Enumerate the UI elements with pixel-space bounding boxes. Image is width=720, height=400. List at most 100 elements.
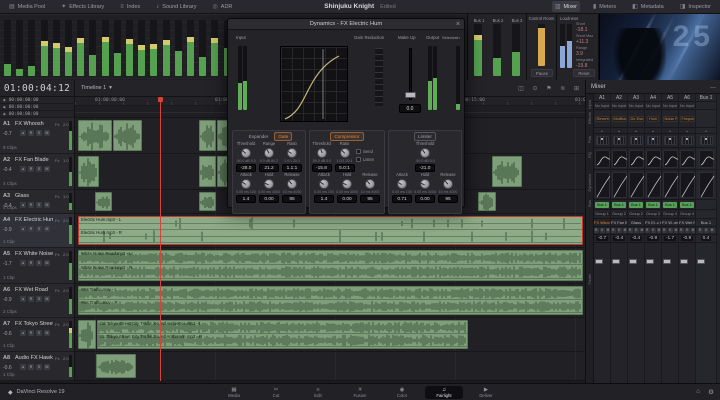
s-button[interactable]: S (703, 228, 709, 233)
fader-handle[interactable] (663, 259, 671, 264)
eq-thumbnail[interactable] (628, 149, 644, 168)
strip-input-row[interactable]: No Input (628, 102, 644, 110)
dynamics-thumbnail[interactable] (679, 171, 695, 198)
m-button[interactable]: M (690, 228, 695, 233)
strip-pan-row[interactable] (594, 134, 610, 148)
solo-button[interactable]: S (36, 296, 42, 302)
dynamics-thumbnail[interactable] (594, 171, 610, 198)
send-checkbox[interactable]: Send (356, 149, 373, 154)
inspector-button[interactable]: ◨ Inspector (677, 1, 714, 12)
track-header-A4[interactable]: A4 FX Electric Hum Fx 2.0 -0.9 ● R S M 1 Clip (0, 214, 75, 248)
audio-clip[interactable] (96, 354, 136, 378)
strip-eq-row[interactable] (594, 148, 610, 170)
page-tab-cut[interactable]: ✂ Cut (257, 386, 295, 399)
sound-library-button[interactable]: ♪ Sound Library (153, 1, 199, 12)
eq-thumbnail[interactable] (698, 149, 714, 168)
link-icon[interactable]: ⊙ (533, 86, 538, 92)
strip-pan-row[interactable] (679, 134, 695, 148)
page-tab-media[interactable]: ▦ Media (215, 386, 253, 399)
strip-bus-row[interactable]: Bus 1 (662, 200, 678, 210)
mixer-strip-A1[interactable]: A1 No Input Reverb ▴ Bus 1 Group 1 FX Whoosh RS… (594, 94, 611, 383)
section-tab-compressor[interactable]: Compressor (330, 131, 364, 141)
threshold-knob[interactable] (241, 148, 251, 158)
page-tab-fairlight[interactable]: ♫ Fairlight (425, 385, 463, 399)
solo-button[interactable]: S (36, 166, 42, 172)
s-button[interactable]: S (650, 228, 656, 233)
page-tab-deliver[interactable]: ▶ Deliver (467, 386, 505, 399)
track-header-A2[interactable]: A2 FX Fan Blade Fx 1.0 -0.4 ● R S M 4 Clips (0, 154, 75, 190)
track-header-A3[interactable]: A3 Glass Fx 1.0 -0.4 ● R S M 4 Clips (0, 190, 75, 214)
strip-eq-row[interactable] (662, 148, 678, 170)
strip-group-row[interactable]: Group 2 (628, 210, 644, 219)
s-button[interactable]: S (616, 228, 622, 233)
track-lane-A6[interactable]: Wet Traffic.mov - L Wet Traffic.mov - R (75, 284, 585, 318)
track-header-A1[interactable]: A1 FX Whoosh Fx 2.0 -0.7 ● R S M 9 Clips (0, 118, 75, 154)
arm-button[interactable]: ● (20, 296, 26, 302)
solo-button[interactable]: S (36, 130, 42, 136)
strip-bus-row[interactable] (696, 200, 716, 210)
strip-group-row[interactable]: Group 3 (645, 210, 661, 219)
mute-button[interactable]: M (44, 130, 50, 136)
strip-effects-row[interactable]: Reverb (594, 110, 610, 128)
arm-button[interactable]: ● (20, 260, 26, 266)
timeline-selector[interactable]: Timeline 1 ▾ (81, 85, 112, 91)
mute-button[interactable]: M (44, 260, 50, 266)
strip-bus-row[interactable]: Bus 1 (594, 200, 610, 210)
strip-input-row[interactable]: No Input (679, 102, 695, 110)
fader-handle[interactable] (612, 259, 620, 264)
mixer-options-icon[interactable]: … (710, 84, 716, 90)
track-header-A5[interactable]: A5 FX White Noise Fx 2.0 -1.7 ● R S M 1 Clip (0, 248, 75, 284)
audio-clip[interactable] (199, 156, 216, 187)
strip-input-row[interactable]: No Input (645, 102, 661, 110)
mute-button[interactable]: M (44, 330, 50, 336)
strip-eq-row[interactable] (628, 148, 644, 170)
audio-clip[interactable] (78, 156, 99, 187)
dynamics-thumbnail[interactable] (645, 171, 661, 198)
home-icon[interactable]: ⌂ (696, 388, 700, 396)
m-button[interactable]: M (639, 228, 644, 233)
r-button[interactable]: R (628, 228, 633, 233)
audio-clip[interactable] (95, 192, 112, 211)
adr-button[interactable]: ◎ ADR (210, 1, 236, 12)
loudness-reset-button[interactable]: Reset (573, 69, 595, 77)
arm-button[interactable]: ● (20, 364, 26, 370)
pan-control[interactable] (629, 136, 643, 145)
s-button[interactable]: S (667, 228, 673, 233)
r-button[interactable]: R (697, 228, 703, 233)
strip-input-row[interactable]: No Input (611, 102, 627, 110)
strip-pan-row[interactable] (696, 134, 716, 148)
record-button[interactable]: R (28, 130, 34, 136)
audio-clip[interactable] (113, 120, 142, 151)
playhead-handle[interactable] (158, 97, 163, 102)
eq-thumbnail[interactable] (611, 149, 627, 168)
strip-pan-row[interactable] (645, 134, 661, 148)
strip-dynamics-row[interactable] (611, 170, 627, 200)
record-button[interactable]: R (28, 330, 34, 336)
mixer-button[interactable]: ▥ Mixer (551, 1, 580, 12)
strip-dynamics-row[interactable] (696, 170, 716, 200)
ratio-knob[interactable] (339, 148, 350, 158)
eq-thumbnail[interactable] (679, 149, 695, 168)
waveform-icon[interactable]: ≋ (560, 86, 565, 92)
mixer-strip-A3[interactable]: A3 No Input De-Esser ▴ Bus 1 Group 2 Glass RSM -… (628, 94, 645, 383)
strip-group-row[interactable] (696, 210, 716, 219)
strip-group-row[interactable]: Group 4 (662, 210, 678, 219)
strip-group-row[interactable]: Group 1 (594, 210, 610, 219)
pan-control[interactable] (646, 136, 660, 145)
audio-clip[interactable]: Wet Traffic.mov - L Wet Traffic.mov - R (78, 286, 583, 315)
mute-button[interactable]: M (44, 364, 50, 370)
section-tab-gate[interactable]: Gate (274, 131, 293, 141)
record-button[interactable]: R (28, 226, 34, 232)
strip-effects-row[interactable]: Multiband (611, 110, 627, 128)
section-tab-limiter[interactable]: Limiter (414, 131, 436, 141)
eq-thumbnail[interactable] (662, 149, 678, 168)
strip-input-row[interactable] (696, 102, 716, 110)
page-tab-edit[interactable]: ≡ Edit (299, 386, 337, 399)
attack-knob[interactable] (241, 179, 251, 189)
strip-effects-row[interactable]: Hum (645, 110, 661, 128)
strip-group-row[interactable]: Group 4 (679, 210, 695, 219)
mute-button[interactable]: M (44, 166, 50, 172)
mixer-strip-A2[interactable]: A2 No Input Multiband ▴ Bus 1 Group 2 FX Fan B… (611, 94, 628, 383)
strip-bus-row[interactable]: Bus 1 (679, 200, 695, 210)
record-button[interactable]: R (28, 166, 34, 172)
